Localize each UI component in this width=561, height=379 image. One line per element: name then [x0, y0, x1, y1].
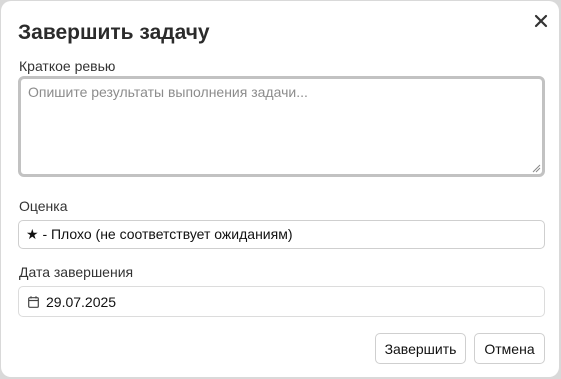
- completion-date-label: Дата завершения: [19, 264, 134, 280]
- cancel-button[interactable]: Отмена: [474, 333, 545, 364]
- complete-task-dialog: Завершить задачу Краткое ревью Оценка ★ …: [1, 1, 559, 377]
- completion-date-input[interactable]: 29.07.2025: [18, 286, 545, 317]
- review-label: Краткое ревью: [19, 58, 116, 74]
- close-icon: [534, 14, 548, 28]
- close-button[interactable]: [529, 9, 553, 33]
- dialog-title: Завершить задачу: [18, 21, 210, 44]
- complete-button[interactable]: Завершить: [375, 333, 466, 364]
- rating-select[interactable]: ★ - Плохо (не соответствует ожиданиям): [18, 220, 545, 249]
- rating-selected-value: ★ - Плохо (не соответствует ожиданиям): [26, 226, 293, 242]
- calendar-icon[interactable]: [28, 295, 39, 308]
- review-textarea-container: [18, 76, 545, 177]
- rating-label: Оценка: [19, 198, 68, 214]
- resize-grip-icon[interactable]: [532, 164, 541, 173]
- completion-date-value: 29.07.2025: [46, 293, 117, 310]
- review-textarea[interactable]: [21, 79, 542, 174]
